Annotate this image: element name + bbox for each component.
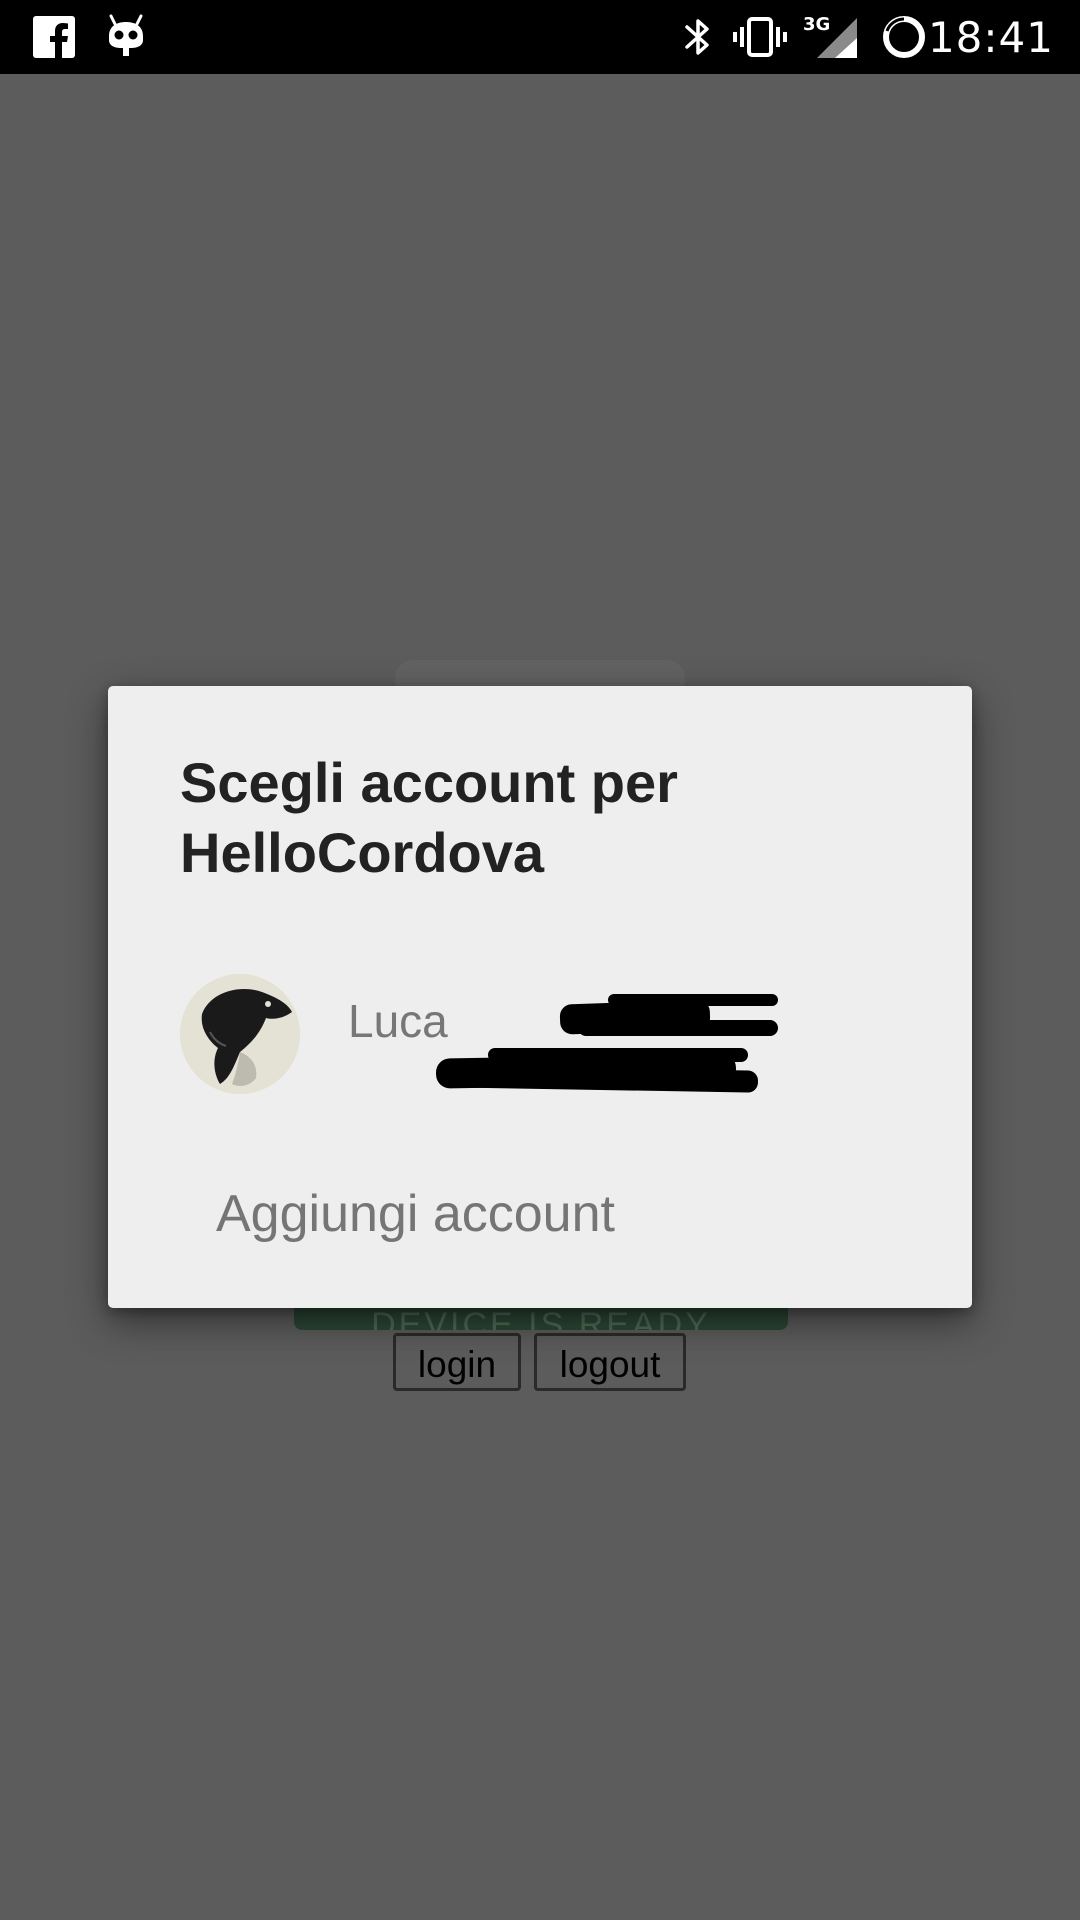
vibrate-icon: [730, 0, 790, 74]
add-account-button[interactable]: Aggiungi account: [216, 1184, 615, 1244]
status-time: 18:41: [927, 13, 1054, 62]
facebook-icon: [32, 0, 76, 74]
signal-3g-icon: 3G: [800, 0, 860, 74]
network-type-label: 3G: [803, 14, 830, 35]
dialog-title: Scegli account per HelloCordova: [180, 751, 678, 884]
screen: 3G 18:41 DEVICE IS READY login logout Sc…: [0, 0, 1080, 1920]
sync-ring-icon: [878, 0, 930, 74]
cyanogen-mascot-icon: [104, 0, 148, 74]
status-bar: 3G 18:41: [0, 0, 1080, 74]
logout-button[interactable]: logout: [534, 1333, 686, 1391]
bluetooth-icon: [680, 0, 716, 74]
avatar: [180, 974, 300, 1094]
login-button[interactable]: login: [393, 1333, 521, 1391]
account-chooser-dialog: Scegli account per HelloCordova Luca Agg…: [108, 686, 972, 1308]
account-name: Luca: [348, 995, 448, 1047]
account-list-item[interactable]: Luca: [148, 958, 932, 1108]
